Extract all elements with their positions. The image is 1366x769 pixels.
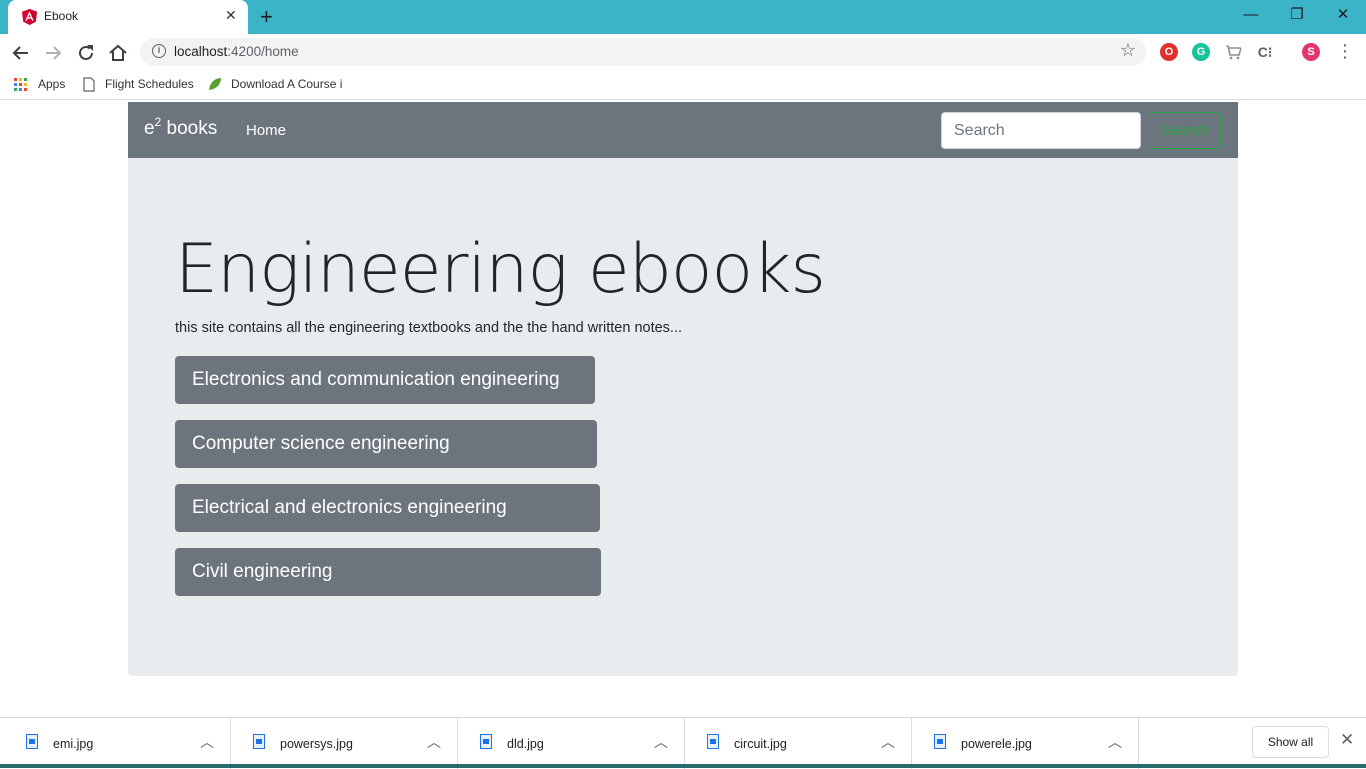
back-arrow-icon[interactable] xyxy=(10,42,32,64)
download-shelf: emi.jpg ︿ powersys.jpg ︿ dld.jpg ︿ circu… xyxy=(0,717,1366,769)
profile-avatar[interactable]: S xyxy=(1302,43,1320,61)
bookmark-apps[interactable]: Apps xyxy=(38,77,65,91)
download-item[interactable]: dld.jpg ︿ xyxy=(458,718,685,769)
bookmark-download-a-course[interactable]: Download A Course i xyxy=(231,77,342,91)
angular-icon xyxy=(22,9,37,25)
window-close-button[interactable]: ✕ xyxy=(1323,5,1363,25)
bookmark-flight-schedules[interactable]: Flight Schedules xyxy=(105,77,194,91)
tab-close-icon[interactable]: ✕ xyxy=(225,7,237,25)
show-all-downloads-button[interactable]: Show all xyxy=(1252,726,1329,758)
image-file-icon xyxy=(253,734,265,749)
home-icon[interactable] xyxy=(107,42,129,64)
chevron-up-icon[interactable]: ︿ xyxy=(200,732,214,752)
download-filename: dld.jpg xyxy=(507,737,544,751)
chevron-up-icon[interactable]: ︿ xyxy=(427,732,441,752)
restore-button[interactable]: ❐ xyxy=(1277,5,1317,25)
close-icon[interactable]: ✕ xyxy=(1340,730,1354,750)
address-bar[interactable]: i localhost:4200/home ☆ xyxy=(140,38,1146,66)
search-input[interactable] xyxy=(941,112,1141,149)
new-tab-button[interactable]: + xyxy=(260,5,273,29)
reload-icon[interactable] xyxy=(75,42,97,64)
image-file-icon xyxy=(934,734,946,749)
image-file-icon xyxy=(26,734,38,749)
bookmark-star-icon[interactable]: ☆ xyxy=(1120,41,1136,61)
download-item[interactable]: powersys.jpg ︿ xyxy=(231,718,458,769)
image-file-icon xyxy=(707,734,719,749)
hero-jumbotron: Engineering ebooks this site contains al… xyxy=(128,158,1238,676)
download-filename: powerele.jpg xyxy=(961,737,1032,751)
category-button-cse[interactable]: Computer science engineering xyxy=(175,420,597,468)
browser-titlebar: Ebook ✕ + — ❐ ✕ xyxy=(0,0,1366,34)
tab-title: Ebook xyxy=(44,9,79,23)
hero-description: this site contains all the engineering t… xyxy=(175,320,683,336)
download-item[interactable]: powerele.jpg ︿ xyxy=(912,718,1139,769)
minimize-button[interactable]: — xyxy=(1231,5,1271,25)
page-title: Engineering ebooks xyxy=(175,230,826,309)
grammarly-extension-icon[interactable]: G xyxy=(1192,43,1210,61)
download-item[interactable]: circuit.jpg ︿ xyxy=(685,718,912,769)
browser-toolbar: i localhost:4200/home ☆ O G C⁝ S ⋮ xyxy=(0,34,1366,70)
image-file-icon xyxy=(480,734,492,749)
chevron-up-icon[interactable]: ︿ xyxy=(654,732,668,752)
opera-extension-icon[interactable]: O xyxy=(1160,43,1178,61)
nav-home-link[interactable]: Home xyxy=(246,122,286,139)
chevron-up-icon[interactable]: ︿ xyxy=(1108,732,1122,752)
bookmarks-bar: Apps Flight Schedules Download A Course … xyxy=(0,70,1366,100)
download-filename: circuit.jpg xyxy=(734,737,787,751)
browser-menu-icon[interactable]: ⋮ xyxy=(1336,42,1354,62)
leaf-icon xyxy=(209,78,221,90)
apps-grid-icon[interactable] xyxy=(14,78,28,92)
taskbar-strip xyxy=(0,764,1366,768)
category-button-ece[interactable]: Electronics and communication engineerin… xyxy=(175,356,595,404)
site-info-icon[interactable]: i xyxy=(152,44,166,58)
download-filename: powersys.jpg xyxy=(280,737,353,751)
c-extension-icon[interactable]: C⁝ xyxy=(1256,43,1274,61)
browser-tab-ebook[interactable]: Ebook ✕ xyxy=(8,0,248,34)
download-item[interactable]: emi.jpg ︿ xyxy=(4,718,231,769)
cart-extension-icon[interactable] xyxy=(1224,43,1242,61)
page-icon xyxy=(83,77,95,92)
forward-arrow-icon[interactable] xyxy=(42,42,64,64)
url-text[interactable]: localhost:4200/home xyxy=(174,44,299,59)
category-button-civil[interactable]: Civil engineering xyxy=(175,548,601,596)
site-navbar: e2 books Home Search xyxy=(128,102,1238,158)
download-filename: emi.jpg xyxy=(53,737,94,751)
brand-logo[interactable]: e2 books xyxy=(144,115,217,140)
search-button[interactable]: Search xyxy=(1149,112,1221,149)
category-button-eee[interactable]: Electrical and electronics engineering xyxy=(175,484,600,532)
chevron-up-icon[interactable]: ︿ xyxy=(881,732,895,752)
